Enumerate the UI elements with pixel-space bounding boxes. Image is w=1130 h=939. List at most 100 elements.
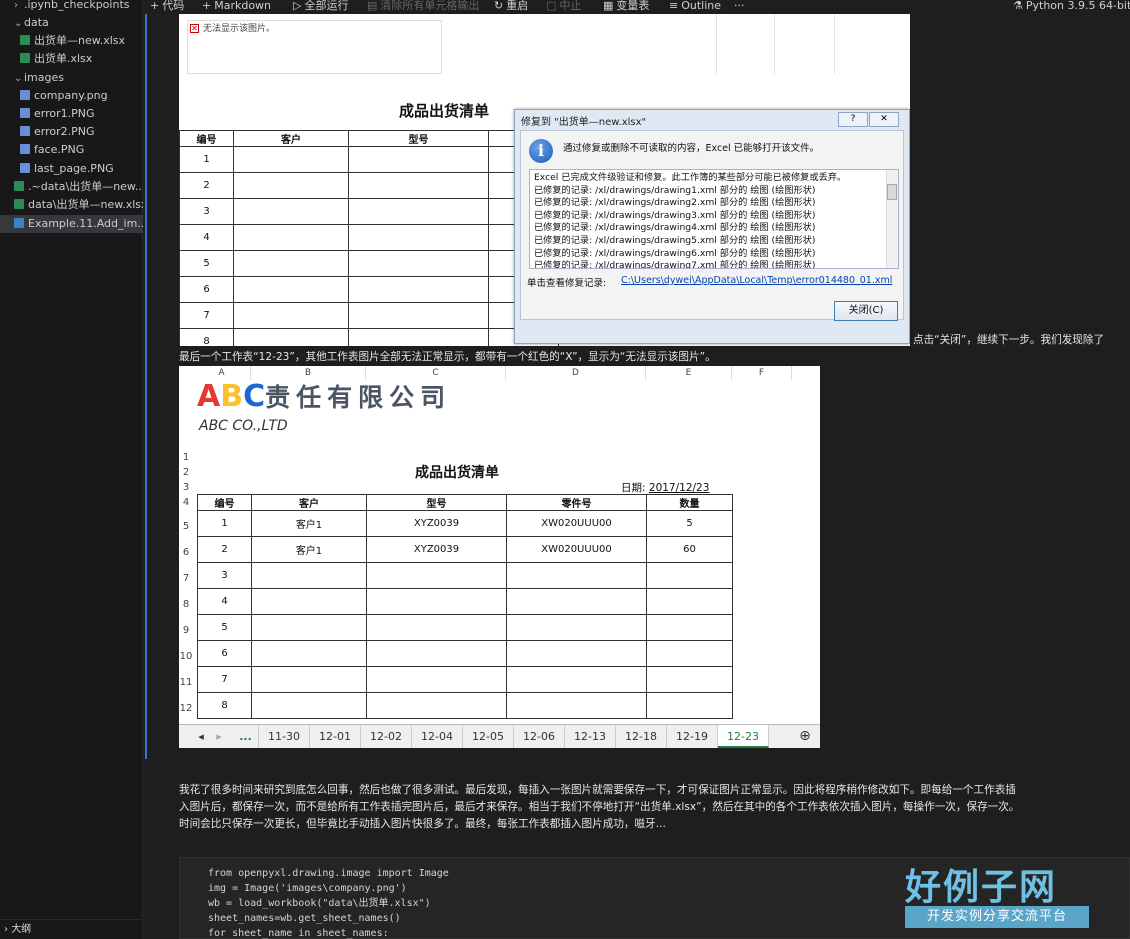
screenshot-excel-with-logo: A B C D E F ABC责任有限公司 ABC CO.,LTD 1 2 3 …: [179, 366, 820, 748]
kernel-picker[interactable]: ⚗ Python 3.9.5 64-bit: [1013, 0, 1130, 14]
tree-item-images-folder[interactable]: ⌄ images: [0, 69, 143, 87]
sheet-tab[interactable]: 12-01: [310, 725, 361, 748]
repair-log-textbox[interactable]: Excel 已完成文件级验证和修复。此工作簿的某些部分可能已被修复或丢弃。 已修…: [529, 169, 899, 269]
shipping-table: 编号 客户 型号 零件号 数量 1 客户1 XYZ0039 XW020UUU00 5 2…: [197, 494, 733, 719]
tree-item-file[interactable]: 出货单.xlsx: [0, 50, 143, 68]
row-number-cell: 1: [179, 146, 234, 173]
excel-file-icon: [20, 35, 30, 45]
watermark-logo: 好例子网 开发实例分享交流平台: [905, 858, 1090, 930]
row-number: 2: [182, 467, 190, 478]
log-line: 已修复的记录: /xl/drawings/drawing7.xml 部分的 绘图…: [534, 260, 816, 269]
table-row: 7: [197, 666, 733, 693]
grid-line: [716, 14, 717, 74]
sheet-title: 成品出货清单: [399, 102, 490, 120]
add-sheet-icon[interactable]: ⊕: [795, 725, 815, 748]
column-header: E: [646, 366, 732, 380]
sheet-tab[interactable]: 12-19: [667, 725, 718, 748]
file-explorer-sidebar: › .ipynb_checkpoints ⌄ data 出货单—new.xlsx 出…: [0, 0, 143, 939]
log-line: Excel 已完成文件级验证和修复。此工作簿的某些部分可能已被修复或丢弃。: [534, 172, 847, 183]
tree-item-file[interactable]: company.png: [0, 87, 143, 105]
tree-item-file[interactable]: .~data\出货单—new....: [0, 178, 143, 196]
sheet-tab[interactable]: 12-05: [463, 725, 514, 748]
broken-image-placeholder: ✕ 无法显示该图片。: [187, 20, 442, 74]
sheet-tab-more[interactable]: ...: [233, 725, 259, 748]
tree-item-ipynb-checkpoints[interactable]: › .ipynb_checkpoints: [0, 0, 143, 14]
list-icon: ≡: [669, 0, 679, 12]
outline-panel-header[interactable]: › 大纲: [0, 919, 143, 939]
log-scrollbar[interactable]: [886, 170, 898, 268]
variables-button[interactable]: ▦ 变量表: [603, 0, 649, 14]
broken-image-icon: ✕: [190, 24, 199, 33]
restart-button[interactable]: ↻ 重启: [494, 0, 528, 14]
kernel-icon: ⚗: [1013, 0, 1023, 12]
sheet-tab[interactable]: 12-18: [616, 725, 667, 748]
table-row: 5: [197, 614, 733, 641]
row-number-cell: 8: [179, 328, 234, 346]
header-cell: 编号: [179, 130, 234, 147]
table-row: 3: [197, 562, 733, 589]
sheet-nav-next-button[interactable]: ▸: [211, 725, 227, 748]
grid-line: [834, 14, 835, 74]
close-button[interactable]: 关闭(C): [834, 301, 898, 321]
excel-repair-dialog: 修复到 "出货单—new.xlsx" ? ✕ i 通过修复或删除不可读取的内容，…: [514, 109, 910, 344]
sheet-tab[interactable]: 12-13: [565, 725, 616, 748]
sheet-tab-active[interactable]: 12-23: [718, 725, 769, 748]
plus-icon: +: [202, 0, 212, 12]
row-number: 10: [179, 651, 193, 662]
clear-outputs-button[interactable]: ▤ 清除所有单元格输出: [367, 0, 479, 14]
sheet-tab[interactable]: 12-06: [514, 725, 565, 748]
row-number: 4: [182, 497, 190, 508]
tree-item-file[interactable]: error2.PNG: [0, 123, 143, 141]
row-number: 11: [179, 677, 193, 688]
info-icon: i: [529, 139, 553, 163]
dialog-close-x-button[interactable]: ✕: [869, 112, 899, 127]
shipping-table: 编号 客户 型号 1 2 3 4 5 6 7 8: [179, 130, 559, 346]
repair-log-label: 单击查看修复记录:: [527, 278, 607, 289]
tree-item-data-folder[interactable]: ⌄ data: [0, 14, 143, 32]
help-button[interactable]: ?: [838, 112, 868, 127]
tree-item-file[interactable]: last_page.PNG: [0, 160, 143, 178]
row-number: 8: [182, 599, 190, 610]
app-window: › .ipynb_checkpoints ⌄ data 出货单—new.xlsx 出…: [0, 0, 1130, 939]
dialog-message: 通过修复或删除不可读取的内容，Excel 已能够打开该文件。: [563, 143, 820, 154]
sheet-title: 成品出货清单: [415, 465, 499, 481]
table-icon: ▦: [603, 0, 614, 12]
row-number: 3: [182, 482, 190, 493]
outline-button[interactable]: ≡ Outline: [669, 0, 721, 14]
row-number: 9: [182, 625, 190, 636]
tree-item-notebook-selected[interactable]: Example.11.Add_im...: [0, 215, 143, 233]
sheet-nav-prev-button[interactable]: ◂: [193, 725, 209, 748]
log-line: 已修复的记录: /xl/drawings/drawing3.xml 部分的 绘图…: [534, 209, 816, 221]
tree-item-file[interactable]: face.PNG: [0, 141, 143, 159]
tree-item-file[interactable]: error1.PNG: [0, 105, 143, 123]
run-all-button[interactable]: ▷ 全部运行: [293, 0, 348, 14]
plus-icon: +: [150, 0, 160, 12]
sheet-tab[interactable]: 12-04: [412, 725, 463, 748]
add-code-button[interactable]: + 代码: [150, 0, 184, 14]
dialog-body: i 通过修复或删除不可读取的内容，Excel 已能够打开该文件。 Excel 已…: [520, 130, 904, 320]
more-actions-button[interactable]: ···: [734, 0, 745, 14]
row-number-cell: 6: [179, 276, 234, 303]
table-row: 8: [197, 692, 733, 719]
row-number: 12: [179, 703, 193, 714]
paragraph-text: 入图片后，都保存一次，而不是给所有工作表插完图片后，最后才来保存。相当于我们不停…: [179, 801, 1020, 813]
cell-focus-indicator: [145, 14, 147, 759]
repair-log-link[interactable]: C:\Users\dywei\AppData\Local\Temp\error0…: [621, 275, 892, 286]
tree-item-file[interactable]: data\出货单—new.xlsx: [0, 196, 143, 214]
interrupt-button[interactable]: □ 中止: [546, 0, 581, 14]
excel-file-icon: [20, 53, 30, 63]
excel-file-icon: [14, 199, 24, 209]
row-number-cell: 7: [179, 302, 234, 329]
watermark-main-text: 好例子网: [905, 867, 1058, 908]
sheet-tab[interactable]: 12-02: [361, 725, 412, 748]
grid-line: [774, 14, 775, 74]
scrollbar-thumb[interactable]: [887, 184, 897, 200]
row-number: 5: [182, 521, 190, 532]
sheet-tab[interactable]: 11-30: [259, 725, 310, 748]
tree-item-file[interactable]: 出货单—new.xlsx: [0, 32, 143, 50]
notebook-editor: ✕ 无法显示该图片。 成品出货清单 编号 客户 型号 1 2 3 4 5 6 7 8 …: [143, 14, 1130, 939]
chevron-down-icon: ⌄: [14, 18, 23, 29]
add-markdown-button[interactable]: + Markdown: [202, 0, 271, 14]
table-row: 4: [197, 588, 733, 615]
paragraph-text: 最后一个工作表“12-23”，其他工作表图片全部无法正常显示，都带有一个红色的“…: [179, 351, 716, 363]
